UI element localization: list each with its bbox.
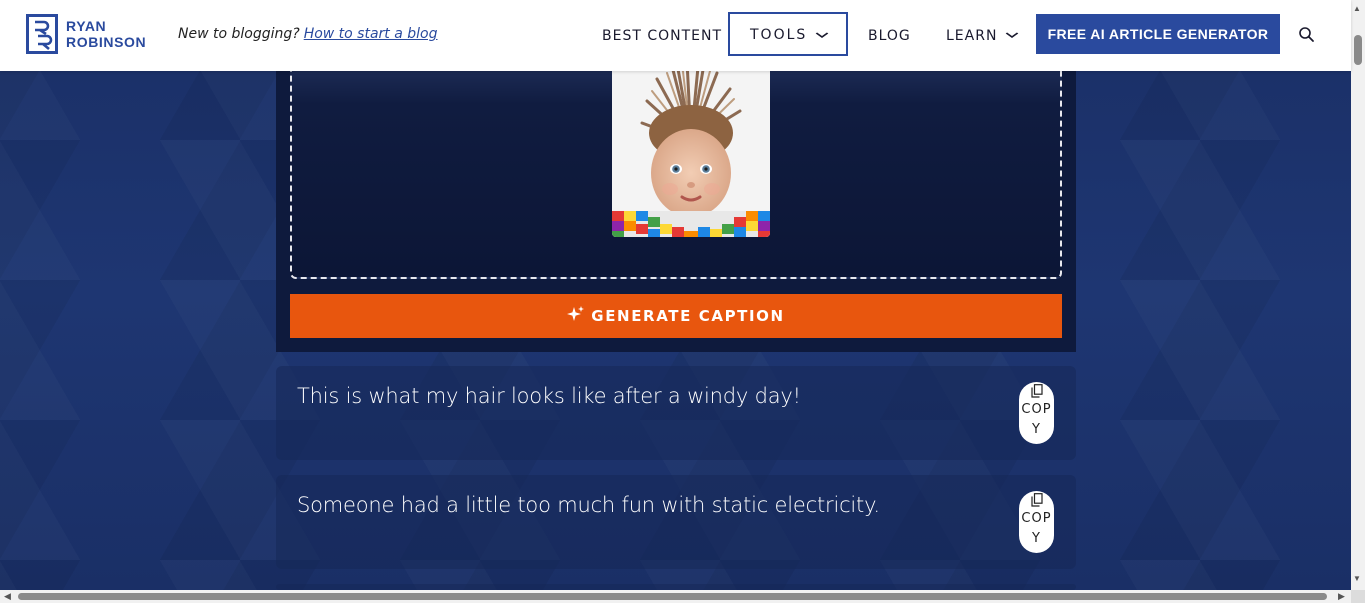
vertical-scroll-thumb[interactable]: [1354, 35, 1362, 65]
nav-blog[interactable]: BLOG: [868, 0, 911, 71]
generate-caption-button[interactable]: GENERATE CAPTION: [290, 294, 1062, 338]
nav-best-content[interactable]: BEST CONTENT: [602, 0, 722, 71]
scrollbar-corner: [1351, 590, 1365, 603]
copy-button[interactable]: COPY: [1019, 382, 1054, 444]
logo-line1: RYAN: [66, 18, 107, 34]
copy-label: COPY: [1021, 402, 1052, 437]
chevron-down-icon: [815, 30, 829, 41]
vertical-scrollbar[interactable]: ▲ ▼: [1351, 0, 1365, 590]
nav-best-content-label: BEST CONTENT: [602, 27, 723, 44]
nav-learn-label: LEARN: [946, 27, 998, 44]
scroll-up-arrow-icon[interactable]: ▲: [1353, 4, 1361, 13]
nav-learn[interactable]: LEARN: [946, 0, 1019, 71]
caption-card: This is what my hair looks like after a …: [276, 366, 1076, 460]
site-logo[interactable]: RYAN ROBINSON: [26, 14, 146, 54]
nav-tools[interactable]: TOOLS: [728, 12, 848, 56]
start-blog-link[interactable]: How to start a blog: [304, 26, 438, 42]
search-icon[interactable]: [1298, 26, 1316, 44]
caption-generator-panel: GENERATE CAPTION: [276, 61, 1076, 352]
site-header: RYAN ROBINSON New to blogging? How to sta…: [0, 0, 1351, 71]
caption-text: Someone had a little too much fun with s…: [297, 493, 880, 517]
scroll-left-arrow-icon[interactable]: ◀: [4, 591, 11, 602]
scroll-down-arrow-icon[interactable]: ▼: [1353, 574, 1361, 583]
copy-icon: [1019, 493, 1054, 509]
copy-icon: [1019, 384, 1054, 400]
tagline-text: New to blogging?: [178, 26, 300, 42]
copy-label: COPY: [1021, 511, 1052, 546]
logo-line2: ROBINSON: [66, 34, 147, 50]
cta-label: FREE AI ARTICLE GENERATOR: [1047, 26, 1269, 42]
image-dropzone[interactable]: [290, 61, 1062, 279]
copy-button[interactable]: COPY: [1019, 491, 1054, 553]
uploaded-photo: [612, 61, 770, 237]
logo-mark-icon: [26, 14, 58, 54]
tagline: New to blogging? How to start a blog: [178, 26, 438, 42]
scroll-right-arrow-icon[interactable]: ▶: [1338, 591, 1345, 602]
caption-card: Someone had a little too much fun with s…: [276, 475, 1076, 569]
logo-text: RYAN ROBINSON: [66, 18, 146, 50]
caption-text: This is what my hair looks like after a …: [297, 384, 801, 408]
horizontal-scroll-thumb[interactable]: [18, 593, 1327, 600]
free-ai-article-generator-button[interactable]: FREE AI ARTICLE GENERATOR: [1036, 14, 1280, 54]
nav-tools-label: TOOLS: [750, 27, 808, 43]
horizontal-scrollbar[interactable]: ◀ ▶: [0, 590, 1351, 603]
chevron-down-icon: [1005, 30, 1019, 41]
sparkle-icon: [567, 305, 585, 328]
nav-blog-label: BLOG: [868, 27, 911, 44]
generate-caption-label: GENERATE CAPTION: [591, 307, 785, 325]
